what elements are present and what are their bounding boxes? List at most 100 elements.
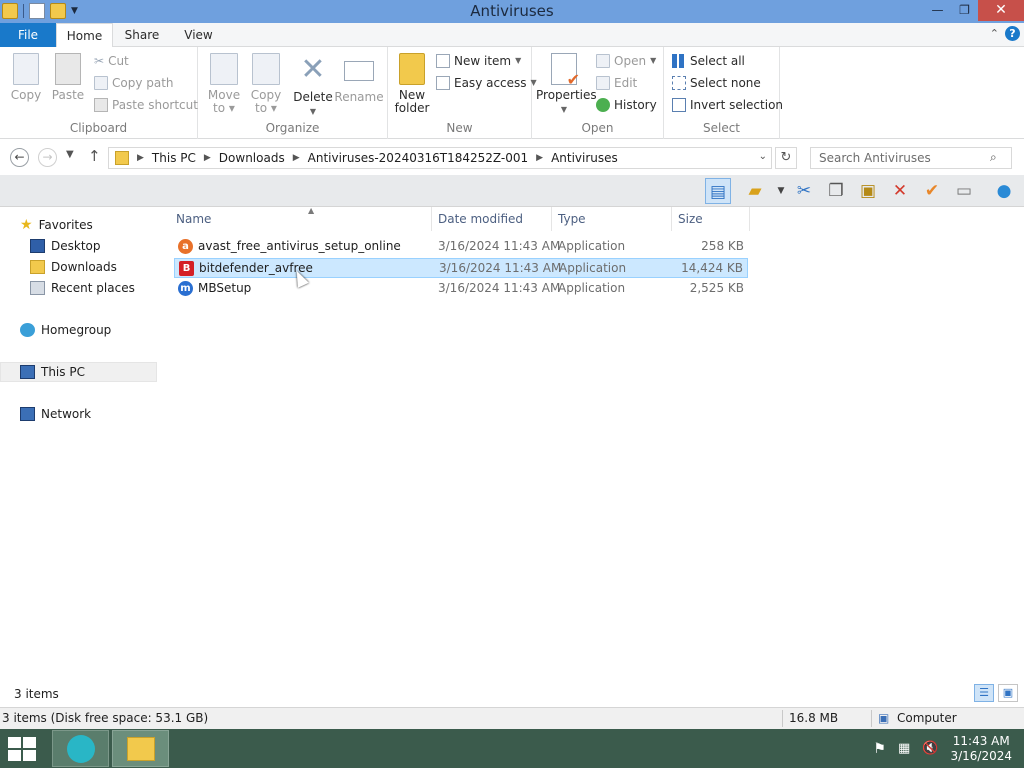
chevron-right-icon[interactable]: ▶	[137, 153, 144, 163]
paste-shortcut-button[interactable]: Paste shortcut	[94, 95, 198, 115]
preview-pane-icon[interactable]: ▤	[705, 178, 731, 204]
column-name-label: Name	[176, 212, 212, 226]
chevron-right-icon[interactable]: ▶	[293, 153, 300, 163]
network-icon	[20, 407, 35, 421]
up-button[interactable]: ↑	[88, 147, 101, 165]
new-item-button[interactable]: New item ▼	[436, 51, 521, 71]
file-type: Application	[558, 239, 626, 253]
properties-button[interactable]: ✔ Properties ▼	[536, 53, 597, 116]
breadcrumb-antiviruses[interactable]: Antiviruses	[551, 151, 618, 165]
file-name: MBSetup	[198, 281, 252, 295]
globe-icon[interactable]: ●	[991, 178, 1017, 204]
tab-file[interactable]: File	[0, 23, 56, 47]
new-item-label: New item	[454, 54, 512, 68]
tab-home[interactable]: Home	[56, 23, 113, 48]
paste-label: Paste	[51, 88, 85, 102]
recent-locations-icon[interactable]: ▼	[66, 149, 74, 160]
taskbar-file-explorer-button[interactable]	[112, 730, 169, 767]
edit-button[interactable]: Edit	[596, 73, 637, 93]
copy-icon[interactable]: ❐	[823, 178, 849, 204]
file-row-selected[interactable]: B bitdefender_avfree 3/16/2024 11:43 AM …	[174, 258, 748, 278]
new-folder-button[interactable]: New folder	[392, 53, 432, 115]
copy-to-button[interactable]: Copy to ▾	[246, 53, 286, 115]
checkmark-icon[interactable]: ✔	[919, 178, 945, 204]
open-icon	[596, 54, 610, 68]
nav-this-pc[interactable]: This PC	[0, 362, 157, 382]
select-group: Select all Select none Invert selection …	[664, 47, 783, 139]
column-header-size[interactable]: Size	[672, 207, 750, 231]
column-header-name[interactable]: ▲ Name	[170, 206, 432, 231]
scissors-icon[interactable]: ✂	[791, 178, 817, 204]
cut-button[interactable]: ✂ Cut	[94, 51, 129, 71]
flag-icon[interactable]: ⚑	[873, 741, 886, 757]
large-icons-view-icon[interactable]: ▣	[998, 684, 1018, 702]
nav-favorites[interactable]: ★ Favorites	[0, 215, 157, 235]
address-bar[interactable]: ▶ This PC ▶ Downloads ▶ Antiviruses-2024…	[108, 147, 772, 169]
tab-view[interactable]: View	[171, 23, 226, 47]
close-button[interactable]: ✕	[978, 0, 1024, 21]
nav-recent-places[interactable]: Recent places	[0, 278, 157, 298]
delete-button[interactable]: ✕ Delete ▼	[292, 53, 334, 118]
chevron-down-icon: ▼	[650, 56, 657, 65]
paste-shortcut-label: Paste shortcut	[112, 98, 198, 112]
navigation-pane: ★ Favorites Desktop Downloads Recent pla…	[0, 207, 160, 680]
select-none-button[interactable]: Select none	[672, 73, 761, 93]
details-view-icon[interactable]: ☰	[974, 684, 994, 702]
paste-button[interactable]: Paste	[50, 53, 86, 102]
nav-homegroup[interactable]: Homegroup	[0, 320, 157, 340]
restore-button[interactable]: ❐	[951, 0, 978, 21]
column-header-type[interactable]: Type	[552, 207, 672, 231]
network-icon[interactable]: ▦	[898, 741, 910, 756]
nav-network[interactable]: Network	[0, 404, 157, 424]
start-button[interactable]	[8, 737, 36, 761]
history-button[interactable]: History	[596, 95, 657, 115]
rename-icon[interactable]: ▭	[951, 178, 977, 204]
minimize-button[interactable]: —	[924, 0, 951, 21]
paste-icon[interactable]: ▣	[855, 178, 881, 204]
clock[interactable]: 11:43 AM 3/16/2024	[950, 734, 1012, 764]
nav-desktop-label: Desktop	[51, 239, 101, 253]
nav-downloads-label: Downloads	[51, 260, 117, 274]
tab-share[interactable]: Share	[113, 23, 171, 47]
file-date: 3/16/2024 11:43 AM	[438, 281, 561, 295]
clock-date: 3/16/2024	[950, 748, 1012, 763]
file-row[interactable]: a avast_free_antivirus_setup_online 3/16…	[174, 237, 748, 257]
invert-selection-button[interactable]: Invert selection	[672, 95, 783, 115]
rename-button[interactable]: Rename	[334, 53, 384, 104]
easy-access-label: Easy access	[454, 76, 527, 90]
chevron-right-icon[interactable]: ▶	[204, 153, 211, 163]
status-size: 16.8 MB	[789, 711, 839, 725]
nav-desktop[interactable]: Desktop	[0, 236, 157, 256]
column-header-date-modified[interactable]: Date modified	[432, 207, 552, 231]
refresh-button[interactable]: ↻	[775, 147, 797, 169]
breadcrumb-this-pc[interactable]: This PC	[152, 151, 196, 165]
volume-muted-icon[interactable]: 🔇	[922, 741, 938, 756]
back-button[interactable]: ←	[10, 148, 29, 167]
taskbar-edge-button[interactable]	[52, 730, 109, 767]
chevron-down-icon[interactable]: ⌄	[759, 151, 767, 162]
file-row[interactable]: m MBSetup 3/16/2024 11:43 AM Application…	[174, 279, 748, 299]
collapse-ribbon-icon[interactable]: ⌃	[990, 27, 999, 40]
nav-downloads[interactable]: Downloads	[0, 257, 157, 277]
folder-options-icon[interactable]: ▰	[742, 178, 768, 204]
paste-shortcut-icon	[94, 98, 108, 112]
breadcrumb-downloads[interactable]: Downloads	[219, 151, 285, 165]
easy-access-button[interactable]: Easy access ▼	[436, 73, 537, 93]
open-button[interactable]: Open ▼	[596, 51, 656, 71]
search-input[interactable]	[810, 147, 1012, 169]
properties-label: Properties	[536, 88, 597, 102]
help-icon[interactable]: ?	[1005, 26, 1020, 41]
chevron-right-icon[interactable]: ▶	[536, 153, 543, 163]
new-folder-label-1: New	[398, 88, 426, 102]
new-group: New folder New item ▼ Easy access ▼ New	[388, 47, 537, 139]
move-to-button[interactable]: Move to ▾	[204, 53, 244, 115]
breadcrumb-antiviruses-zip[interactable]: Antiviruses-20240316T184252Z-001	[308, 151, 529, 165]
forward-button[interactable]: →	[38, 148, 57, 167]
copy-button[interactable]: Copy	[8, 53, 44, 102]
rename-icon	[344, 61, 374, 81]
select-all-button[interactable]: Select all	[672, 51, 745, 71]
delete-icon[interactable]: ✕	[887, 178, 913, 204]
move-to-label-1: Move	[207, 88, 241, 102]
search-icon[interactable]: ⌕	[990, 150, 997, 165]
copy-path-button[interactable]: Copy path	[94, 73, 174, 93]
